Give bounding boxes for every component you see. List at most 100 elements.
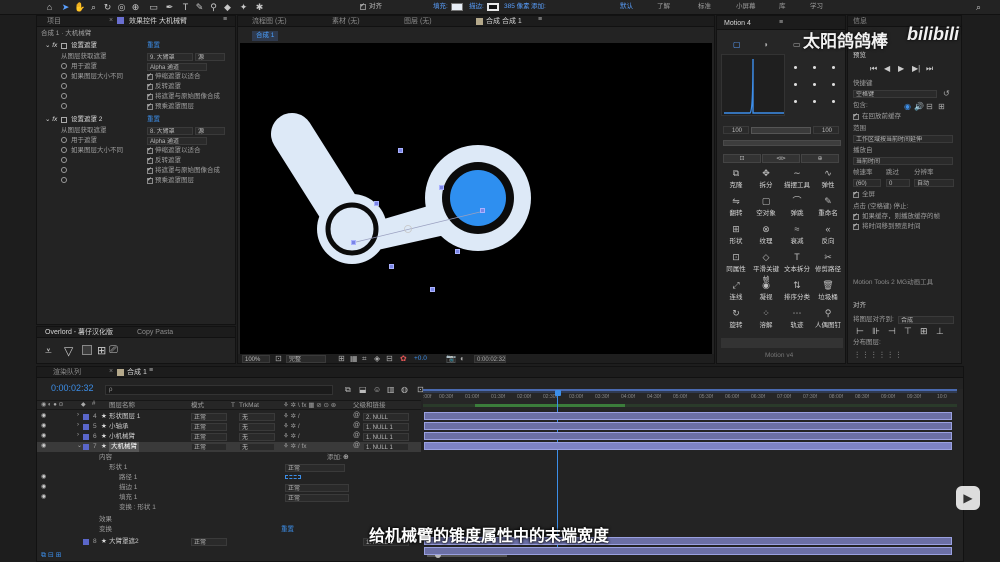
close-icon[interactable]: × <box>109 17 113 24</box>
add-label[interactable]: 添加: <box>327 453 342 463</box>
puppet-tool-icon[interactable]: ✱ <box>254 2 265 13</box>
path-vertex-handle[interactable] <box>430 287 435 292</box>
color-icon[interactable]: ✿ <box>400 354 407 363</box>
layer-duration-bar[interactable] <box>424 422 952 430</box>
home-icon[interactable]: ⌂ <box>44 2 55 13</box>
tab-footage[interactable]: 素材 (无) <box>332 17 360 27</box>
eye-icon[interactable]: ◉ <box>41 493 46 500</box>
layer-row[interactable]: ◉ › 4 ★ 形状图层 1 正常 无 ⚘ ✲ / @ 2. NULL <box>37 412 421 422</box>
tool-null-button[interactable]: ▢ 空对象 <box>751 196 781 217</box>
eye-icon[interactable]: ◉ <box>41 422 46 429</box>
align-right-icon[interactable]: ⊣ <box>888 326 896 337</box>
effect1-reset[interactable]: 重置 <box>147 41 160 51</box>
burst-button[interactable]: ⊕ <box>801 154 839 163</box>
col-parent[interactable]: 父级和链接 <box>353 401 386 411</box>
panel-menu-icon[interactable]: ≡ <box>538 16 542 23</box>
tool-dissolve-button[interactable]: ⁘ 溶解 <box>751 308 781 329</box>
tool-trim-paths-button[interactable]: ✂ 修剪路径 <box>813 252 843 273</box>
effect2-source-select[interactable]: 源 <box>195 127 225 135</box>
audio-toggle-icon[interactable]: 🔊 <box>914 102 924 111</box>
path-vertex-handle[interactable] <box>439 185 444 190</box>
viewer-timecode[interactable]: 0:00:02:32 <box>474 355 506 363</box>
roto-tool-icon[interactable]: ✦ <box>238 2 249 13</box>
layer-mode[interactable]: 正常 <box>191 538 227 546</box>
effect2-reset[interactable]: 重置 <box>147 115 160 125</box>
workspace-learn[interactable]: 了解 <box>657 2 670 12</box>
fx-icon[interactable]: ⌄ fx <box>45 41 57 51</box>
label-color[interactable] <box>83 424 89 430</box>
effect1-stretch-checkbox[interactable] <box>147 72 153 80</box>
tool-rotate-button[interactable]: ↻ 旋转 <box>721 308 751 329</box>
time-ruler[interactable]: :00f 00:30f 01:00f 01:30f 02:00f 02:30f … <box>423 389 963 410</box>
skip-select[interactable]: 0 <box>886 179 910 187</box>
layer-switches[interactable]: ⚘ ✲ / <box>283 432 300 442</box>
layer-switches[interactable]: ⚘ ✲ / <box>283 422 300 432</box>
video-play-badge[interactable]: ▶ <box>956 486 980 510</box>
path-vertex-handle[interactable] <box>455 249 460 254</box>
align-to-select[interactable]: 合成 <box>898 316 954 324</box>
anchor-dot[interactable] <box>813 66 816 69</box>
camera-tool-icon[interactable]: ◎ <box>116 2 127 13</box>
shape-group-mode[interactable]: 正常 <box>285 464 345 472</box>
stopwatch-icon[interactable] <box>61 137 67 143</box>
framerate-select[interactable]: (60) <box>853 179 881 187</box>
layer-trkmat[interactable]: 无 <box>239 423 275 431</box>
eye-icon[interactable]: ◉ <box>41 412 46 419</box>
comp-lock-icon[interactable] <box>117 369 124 376</box>
effect1-use-select[interactable]: Alpha 通道 <box>147 63 207 71</box>
last-frame-icon[interactable]: ⏭ <box>926 64 933 74</box>
tool-trash-button[interactable]: 🗑 垃圾桶 <box>813 280 843 301</box>
align-vcenter-icon[interactable]: ⊞ <box>920 326 928 337</box>
anchor-dot[interactable] <box>813 100 816 103</box>
frame-blend-icon[interactable]: ▥ <box>387 385 395 394</box>
tool-pendulum-button[interactable]: ∼ 描摆工具 <box>781 168 813 189</box>
fill-row[interactable]: 填充 1 <box>119 493 137 503</box>
fill-mode[interactable]: 正常 <box>285 494 349 502</box>
anchor-dot[interactable] <box>813 83 816 86</box>
composition-canvas[interactable] <box>240 43 712 354</box>
motion-blur-icon[interactable]: ◍ <box>401 385 408 394</box>
parent-pickwhip-icon[interactable]: @ <box>353 412 360 419</box>
shortcut-select[interactable]: 空格键 <box>853 90 937 98</box>
hand-tool-icon[interactable]: ✋ <box>74 2 85 13</box>
tool-trail-button[interactable]: ⋯ 轨迹 <box>781 308 813 329</box>
rotate-tool-icon[interactable]: ↻ <box>102 2 113 13</box>
quality-select[interactable]: 完整 <box>286 355 326 363</box>
layer-name[interactable]: 大机械臂 <box>109 442 139 452</box>
fx-icon[interactable]: ⌄ fx <box>45 115 57 125</box>
expand-icon[interactable]: ⌄ <box>77 442 82 449</box>
effect2-invert-checkbox[interactable] <box>147 156 153 164</box>
layer-parent[interactable]: 1. NULL 1 <box>363 423 409 431</box>
layer-row[interactable]: ◉ › 6 ★ 小机械臂 正常 无 ⚘ ✲ / @ 1. NULL 1 <box>37 432 421 442</box>
align-top-icon[interactable]: ⊤ <box>904 326 912 337</box>
parent-pickwhip-icon[interactable]: @ <box>353 442 360 449</box>
stroke-width[interactable]: 385 像素 <box>504 2 530 12</box>
tab-composition[interactable]: 合成 合成 1 <box>486 17 522 27</box>
effect2-use-select[interactable]: Alpha 通道 <box>147 137 207 145</box>
eye-icon[interactable]: ◉ <box>41 473 46 480</box>
expand-icon[interactable]: › <box>77 422 79 428</box>
next-frame-icon[interactable]: ▶| <box>912 64 920 73</box>
resolution-select[interactable]: 自动 <box>914 179 954 187</box>
tool-gaze-button[interactable]: ◉ 凝视 <box>751 280 781 301</box>
layer-switches[interactable]: ⚘ ✲ / <box>283 412 300 422</box>
layer-row-selected[interactable]: ◉ ⌄ 7 ★ 大机械臂 正常 无 ⚘ ✲ / fx @ 1. NULL 1 <box>37 442 421 452</box>
fullscreen-checkbox[interactable] <box>853 190 859 198</box>
type-tool-icon[interactable]: T <box>180 2 191 13</box>
fill-swatch[interactable] <box>451 3 463 11</box>
stopwatch-icon[interactable] <box>61 157 67 163</box>
label-color[interactable] <box>83 444 89 450</box>
layer-name[interactable]: 小机械臂 <box>109 432 135 442</box>
reset-link[interactable]: 重置 <box>281 525 294 535</box>
comp-lock-icon[interactable] <box>476 18 483 25</box>
work-area-bar[interactable] <box>423 389 957 393</box>
path-vertex-handle[interactable] <box>351 240 356 245</box>
align-hcenter-icon[interactable]: ⊪ <box>872 326 880 337</box>
tab-overlord[interactable]: Overlord - 薯仔汉化版 <box>45 328 113 338</box>
align-left-icon[interactable]: ⊢ <box>856 326 864 337</box>
tool-same-property-button[interactable]: ⊡ 同属性 <box>721 252 751 273</box>
cache-play-checkbox[interactable] <box>853 212 859 220</box>
range-select[interactable]: 工作区域按当前时间延伸 <box>853 135 953 143</box>
playhead-marker[interactable] <box>555 390 561 396</box>
stamp-tool-icon[interactable]: ⚲ <box>208 2 219 13</box>
